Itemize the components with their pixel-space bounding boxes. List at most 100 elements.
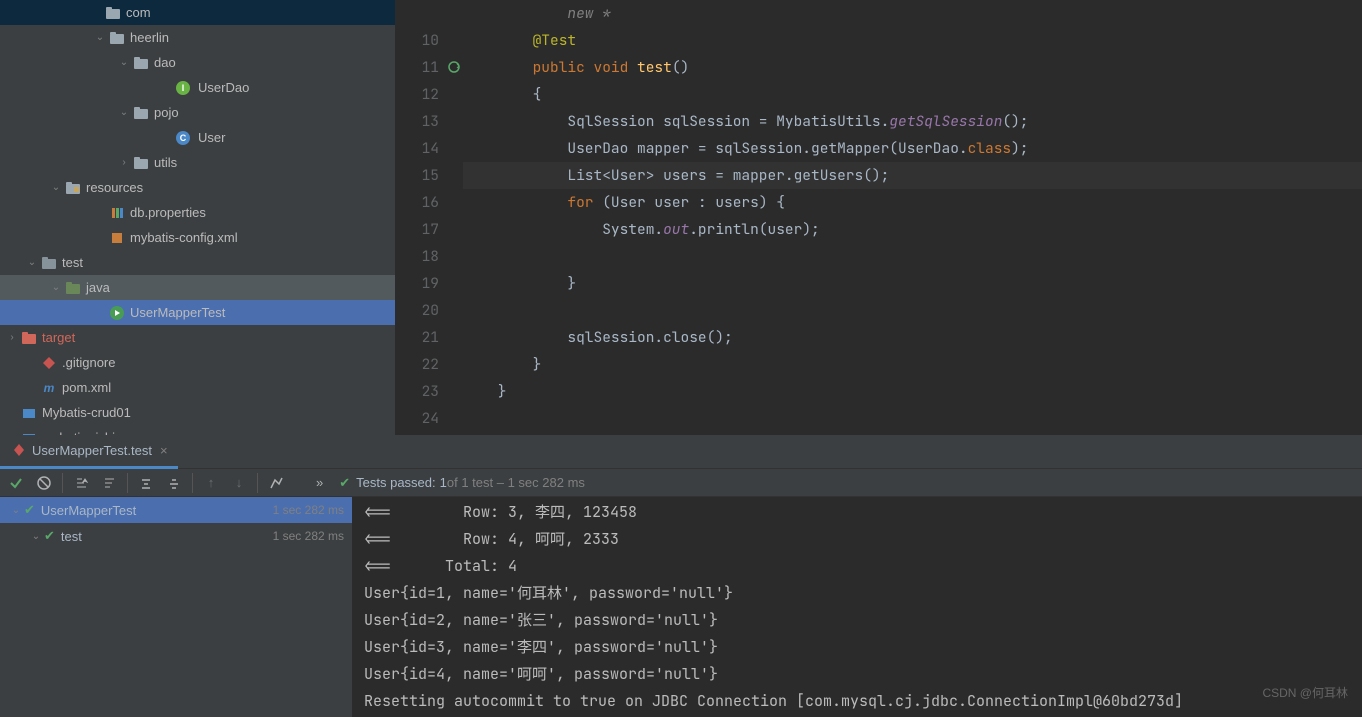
sort-up-icon[interactable] — [97, 471, 121, 495]
export-icon[interactable] — [264, 471, 288, 495]
tree-item[interactable]: ⌄ resources — [0, 175, 395, 200]
project-tree[interactable]: com⌄heerlin⌄daoIUserDao⌄pojoCUser›utils⌄… — [0, 0, 395, 435]
tree-item[interactable]: ⌄ test — [0, 250, 395, 275]
code-line[interactable]: } — [463, 270, 1362, 297]
rerun-icon[interactable] — [447, 60, 461, 74]
mvn-icon: m — [40, 379, 58, 397]
chevron-icon: ⌄ — [24, 257, 40, 268]
tree-label: java — [86, 280, 110, 295]
test-name: test — [61, 529, 82, 544]
tree-item[interactable]: ⌄ heerlin — [0, 25, 395, 50]
code-editor[interactable]: 101112131415161718192021222324 new * @Te… — [395, 0, 1362, 435]
collapse-icon[interactable] — [162, 471, 186, 495]
tree-label: com — [126, 5, 151, 20]
tree-label: dao — [154, 55, 176, 70]
code-line[interactable]: SqlSession sqlSession = MybatisUtils.get… — [463, 108, 1362, 135]
code-line[interactable]: sqlSession.close(); — [463, 324, 1362, 351]
xml-icon — [108, 229, 126, 247]
code-line[interactable]: for (User user : users) { — [463, 189, 1362, 216]
check-icon[interactable] — [4, 471, 28, 495]
code-line[interactable]: new * — [463, 0, 1362, 27]
tree-label: test — [62, 255, 83, 270]
fldg-icon — [64, 279, 82, 297]
mod-icon — [20, 404, 38, 422]
close-icon[interactable]: × — [160, 443, 168, 458]
run-tab-bar: UserMapperTest.test × — [0, 435, 1362, 469]
test-row[interactable]: ⌄✔ UserMapperTest 1 sec 282 ms — [0, 497, 352, 523]
tree-label: UserMapperTest — [130, 305, 225, 320]
test-toolbar: ↑ ↓ » ✔ Tests passed: 1 of 1 test – 1 se… — [0, 469, 1362, 497]
expand-icon[interactable] — [134, 471, 158, 495]
pass-icon: ✔ — [44, 528, 55, 544]
chevron-icon: › — [116, 157, 132, 168]
tree-label: resources — [86, 180, 143, 195]
tree-item[interactable]: UserMapperTest — [0, 300, 395, 325]
cls-icon: C — [176, 129, 194, 147]
tree-item[interactable]: .gitignore — [0, 350, 395, 375]
run-icon — [108, 304, 126, 322]
test-time: 1 sec 282 ms — [273, 503, 344, 517]
tree-item[interactable]: CUser — [0, 125, 395, 150]
console-line: User{id=2, name='张三', password='null'} — [364, 607, 1350, 634]
stop-icon[interactable] — [32, 471, 56, 495]
chevron-icon: ⌄ — [92, 32, 108, 43]
pass-icon: ✔ — [24, 502, 35, 518]
tree-item[interactable]: Mybatis-crud01 — [0, 400, 395, 425]
tree-item[interactable]: ⌄ pojo — [0, 100, 395, 125]
fldo-icon — [20, 329, 38, 347]
code-line[interactable]: public void test() — [463, 54, 1362, 81]
test-tree[interactable]: ⌄✔UserMapperTest1 sec 282 ms⌄✔test1 sec … — [0, 497, 352, 717]
down-arrow-icon[interactable]: ↓ — [227, 471, 251, 495]
code-line[interactable]: { — [463, 81, 1362, 108]
code-line[interactable]: @Test — [463, 27, 1362, 54]
code-line[interactable]: UserDao mapper = sqlSession.getMapper(Us… — [463, 135, 1362, 162]
console-line: <== Row: 4, 呵呵, 2333 — [364, 526, 1350, 553]
console-line: User{id=1, name='何耳林', password='null'} — [364, 580, 1350, 607]
tree-item[interactable]: IUserDao — [0, 75, 395, 100]
run-tab[interactable]: UserMapperTest.test × — [0, 435, 178, 469]
chevron-icon: ⌄ — [28, 531, 44, 542]
tree-item[interactable]: com — [0, 0, 395, 25]
code-line[interactable]: System.out.println(user); — [463, 216, 1362, 243]
tree-item[interactable]: mybatis-rizhi — [0, 425, 395, 435]
run-tab-label: UserMapperTest.test — [32, 443, 152, 458]
tree-item[interactable]: ⌄ java — [0, 275, 395, 300]
git-icon — [40, 354, 58, 372]
res-icon — [64, 179, 82, 197]
fld-icon — [40, 254, 58, 272]
tree-label: db.properties — [130, 205, 206, 220]
chevron-icon: ⌄ — [48, 182, 64, 193]
chevron-icon: ⌄ — [48, 282, 64, 293]
pkg-icon — [104, 4, 122, 22]
test-row[interactable]: ⌄✔test1 sec 282 ms — [0, 523, 352, 549]
prop-icon — [108, 204, 126, 222]
tree-item[interactable]: ›utils — [0, 150, 395, 175]
code-line[interactable] — [463, 297, 1362, 324]
console-output[interactable]: <== Row: 3, 李四, 123458<== Row: 4, 呵呵, 23… — [352, 497, 1362, 717]
sort-down-icon[interactable] — [69, 471, 93, 495]
tree-item[interactable]: mybatis-config.xml — [0, 225, 395, 250]
code-line[interactable] — [463, 243, 1362, 270]
console-line: User{id=3, name='李四', password='null'} — [364, 634, 1350, 661]
run-icon — [10, 441, 28, 459]
tree-item[interactable]: mpom.xml — [0, 375, 395, 400]
int-icon: I — [176, 79, 194, 97]
tree-label: heerlin — [130, 30, 169, 45]
test-status: ✔ Tests passed: 1 of 1 test – 1 sec 282 … — [339, 475, 585, 491]
code-line[interactable]: } — [463, 378, 1362, 405]
tree-label: pojo — [154, 105, 179, 120]
tree-item[interactable]: ›target — [0, 325, 395, 350]
tree-label: target — [42, 330, 75, 345]
pkg-icon — [132, 104, 150, 122]
up-arrow-icon[interactable]: ↑ — [199, 471, 223, 495]
tree-item[interactable]: db.properties — [0, 200, 395, 225]
code-line[interactable]: } — [463, 351, 1362, 378]
code-line[interactable] — [463, 405, 1362, 432]
chevron-icon: ⌄ — [8, 505, 24, 516]
tree-item[interactable]: ⌄dao — [0, 50, 395, 75]
test-name: UserMapperTest — [41, 503, 136, 518]
chevron-icon: ⌄ — [116, 107, 132, 118]
console-line: <== Row: 3, 李四, 123458 — [364, 499, 1350, 526]
code-line[interactable]: List<User> users = mapper.getUsers(); — [463, 162, 1362, 189]
pkg-icon — [132, 154, 150, 172]
